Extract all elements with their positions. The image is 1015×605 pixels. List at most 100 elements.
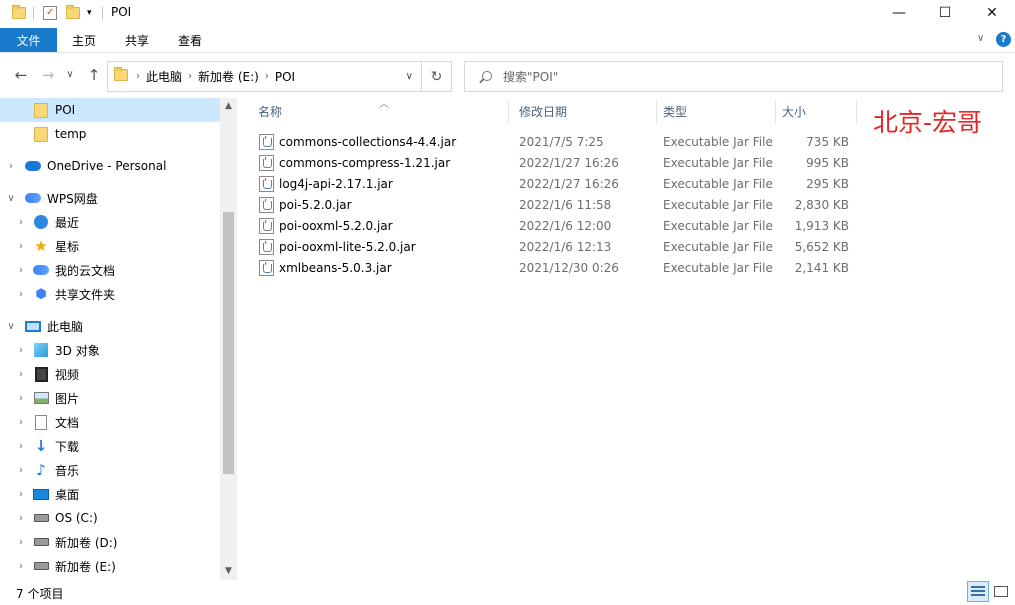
- breadcrumb-this-pc[interactable]: 此电脑: [146, 68, 182, 85]
- expand-chevron-icon[interactable]: ›: [15, 289, 27, 300]
- refresh-button[interactable]: ↻: [422, 61, 452, 92]
- close-button[interactable]: ✕: [969, 0, 1015, 26]
- file-row[interactable]: log4j-api-2.17.1.jar 2022/1/27 16:26 Exe…: [256, 173, 856, 194]
- file-row[interactable]: commons-compress-1.21.jar 2022/1/27 16:2…: [256, 152, 856, 173]
- expand-chevron-icon[interactable]: ›: [15, 561, 27, 572]
- help-icon[interactable]: ?: [996, 32, 1011, 47]
- file-row[interactable]: xmlbeans-5.0.3.jar 2021/12/30 0:26 Execu…: [256, 257, 856, 278]
- expand-chevron-icon[interactable]: ›: [15, 265, 27, 276]
- expand-chevron-icon[interactable]: ›: [15, 513, 27, 524]
- search-placeholder[interactable]: 搜索"POI": [503, 68, 558, 85]
- sidebar-item-label: 3D 对象: [55, 343, 100, 358]
- breadcrumb-chevron-icon[interactable]: ›: [136, 71, 140, 82]
- address-dropdown-icon[interactable]: ∨: [406, 71, 413, 82]
- details-view-icon: [971, 586, 985, 597]
- file-name: log4j-api-2.17.1.jar: [279, 177, 393, 191]
- file-type: Executable Jar File: [663, 240, 773, 254]
- column-header-name[interactable]: 名称: [258, 98, 282, 124]
- file-row[interactable]: poi-ooxml-5.2.0.jar 2022/1/6 12:00 Execu…: [256, 215, 856, 236]
- watermark-text: 北京-宏哥: [873, 108, 983, 137]
- column-divider[interactable]: [508, 100, 509, 124]
- customize-toolbar-icon[interactable]: ▾: [87, 4, 92, 22]
- back-button[interactable]: ←: [11, 66, 31, 84]
- file-size: 2,141 KB: [794, 261, 849, 275]
- column-header-size[interactable]: 大小: [782, 98, 806, 124]
- sidebar-item-onedrive[interactable]: › OneDrive - Personal: [0, 154, 220, 178]
- column-header-date[interactable]: 修改日期: [519, 98, 567, 124]
- file-date: 2022/1/27 16:26: [519, 156, 619, 170]
- properties-icon[interactable]: ✓: [43, 4, 57, 22]
- file-row[interactable]: poi-5.2.0.jar 2022/1/6 11:58 Executable …: [256, 194, 856, 215]
- sidebar-item-3d-objects[interactable]: › 3D 对象: [0, 338, 220, 362]
- file-row[interactable]: commons-collections4-4.4.jar 2021/7/5 7:…: [256, 131, 856, 152]
- tab-file[interactable]: 文件: [0, 28, 57, 52]
- jar-file-icon: [259, 176, 274, 192]
- forward-button[interactable]: →: [38, 66, 58, 84]
- large-icons-view-button[interactable]: [990, 581, 1012, 602]
- expand-ribbon-icon[interactable]: ∨: [977, 33, 984, 44]
- expand-chevron-icon[interactable]: ›: [15, 441, 27, 452]
- maximize-button[interactable]: ☐: [922, 0, 968, 26]
- expand-chevron-icon[interactable]: ›: [15, 489, 27, 500]
- sidebar-item-pictures[interactable]: › 图片: [0, 386, 220, 410]
- expand-chevron-icon[interactable]: ›: [15, 345, 27, 356]
- file-name: poi-5.2.0.jar: [279, 198, 352, 212]
- tab-home[interactable]: 主页: [62, 28, 106, 52]
- column-header-type[interactable]: 类型: [663, 98, 687, 124]
- sidebar-item-downloads[interactable]: › ↓ 下载: [0, 434, 220, 458]
- sidebar-item-drive-e[interactable]: › 新加卷 (E:): [0, 554, 220, 578]
- expand-chevron-icon[interactable]: ›: [15, 393, 27, 404]
- breadcrumb-poi[interactable]: POI: [275, 70, 295, 84]
- expand-chevron-icon[interactable]: ›: [15, 241, 27, 252]
- sidebar-item-music[interactable]: › ♪ 音乐: [0, 458, 220, 482]
- sidebar-item-label: 新加卷 (E:): [55, 559, 116, 574]
- collapse-chevron-icon[interactable]: ∨: [5, 193, 17, 204]
- sidebar-item-shared-folder[interactable]: › ⬢ 共享文件夹: [0, 282, 220, 306]
- up-button[interactable]: ↑: [84, 66, 104, 84]
- jar-file-icon: [259, 155, 274, 171]
- expand-chevron-icon[interactable]: ›: [15, 417, 27, 428]
- expand-chevron-icon[interactable]: ›: [5, 161, 17, 172]
- column-divider[interactable]: [856, 100, 857, 124]
- column-divider[interactable]: [656, 100, 657, 124]
- collapse-chevron-icon[interactable]: ∨: [5, 321, 17, 332]
- breadcrumb-chevron-icon[interactable]: ›: [265, 71, 269, 82]
- recent-locations-icon[interactable]: ∨: [60, 69, 80, 80]
- sidebar-item-documents[interactable]: › 文档: [0, 410, 220, 434]
- expand-chevron-icon[interactable]: ›: [15, 537, 27, 548]
- sidebar-scrollbar[interactable]: ▲ ▼: [220, 98, 237, 580]
- expand-chevron-icon[interactable]: ›: [15, 465, 27, 476]
- sidebar-item-drive-c[interactable]: › OS (C:): [0, 506, 220, 530]
- download-icon: ↓: [34, 437, 48, 455]
- breadcrumb-chevron-icon[interactable]: ›: [188, 71, 192, 82]
- sidebar-item-cloud-docs[interactable]: › 我的云文档: [0, 258, 220, 282]
- sidebar-item-this-pc[interactable]: ∨ 此电脑: [0, 314, 220, 338]
- address-bar[interactable]: › 此电脑 › 新加卷 (E:) › POI ∨: [107, 61, 422, 92]
- expand-chevron-icon[interactable]: ›: [15, 217, 27, 228]
- breadcrumb-drive-e[interactable]: 新加卷 (E:): [198, 68, 259, 85]
- sidebar-item-desktop[interactable]: › 桌面: [0, 482, 220, 506]
- minimize-button[interactable]: —: [876, 0, 922, 26]
- sidebar-item-temp[interactable]: temp: [0, 122, 220, 146]
- search-box[interactable]: 搜索"POI": [464, 61, 1003, 92]
- file-size: 5,652 KB: [794, 240, 849, 254]
- details-view-button[interactable]: [967, 581, 989, 602]
- sidebar-item-starred[interactable]: › ★ 星标: [0, 234, 220, 258]
- sidebar-item-videos[interactable]: › 视频: [0, 362, 220, 386]
- file-size: 995 KB: [806, 156, 849, 170]
- expand-chevron-icon[interactable]: ›: [15, 369, 27, 380]
- tab-share[interactable]: 共享: [115, 28, 159, 52]
- column-divider[interactable]: [775, 100, 776, 124]
- new-folder-icon[interactable]: [66, 4, 80, 22]
- file-row[interactable]: poi-ooxml-lite-5.2.0.jar 2022/1/6 12:13 …: [256, 236, 856, 257]
- sidebar-item-poi[interactable]: POI: [0, 98, 220, 122]
- sidebar-item-wps[interactable]: ∨ WPS网盘: [0, 186, 220, 210]
- sidebar-item-recent[interactable]: › 最近: [0, 210, 220, 234]
- navigation-pane: POI temp › OneDrive - Personal ∨ WPS网盘 ›…: [0, 98, 220, 580]
- scroll-up-icon[interactable]: ▲: [220, 101, 237, 111]
- jar-file-icon: [259, 134, 274, 150]
- scrollbar-thumb[interactable]: [223, 212, 234, 474]
- tab-view[interactable]: 查看: [168, 28, 212, 52]
- sidebar-item-drive-d[interactable]: › 新加卷 (D:): [0, 530, 220, 554]
- scroll-down-icon[interactable]: ▼: [220, 566, 237, 576]
